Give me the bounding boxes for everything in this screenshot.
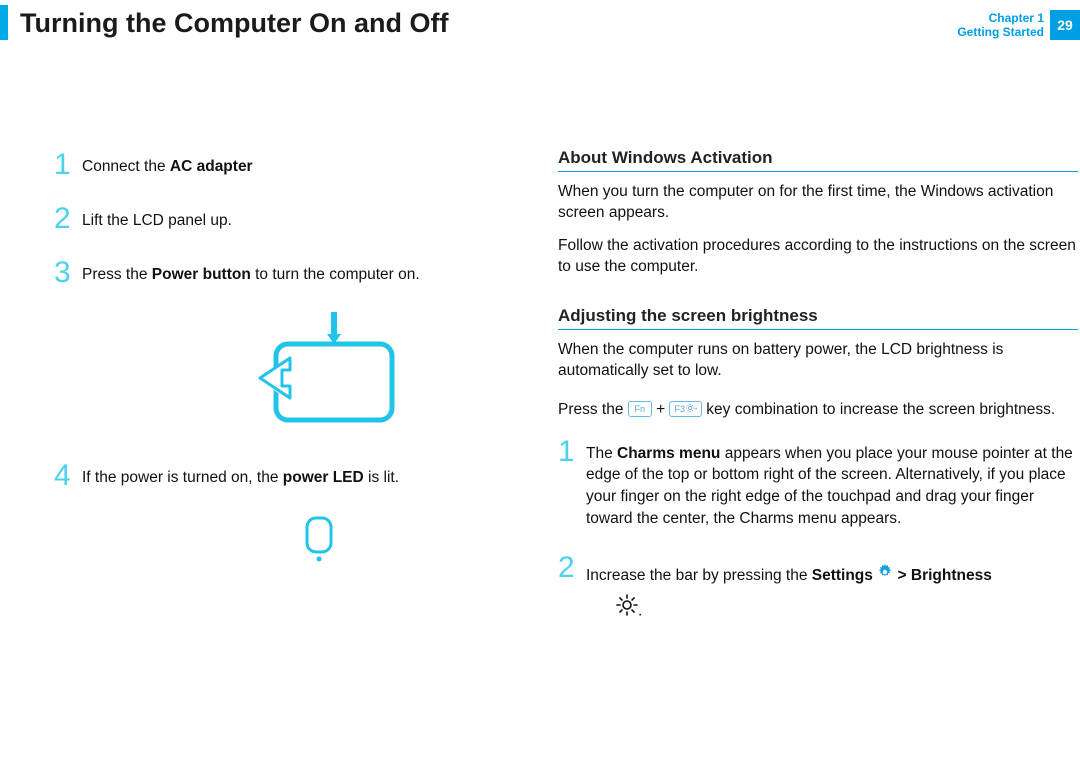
plus: + xyxy=(652,401,670,418)
step-text: Lift the LCD panel up. xyxy=(82,204,232,232)
page-number: 29 xyxy=(1050,10,1080,40)
brightness-icon xyxy=(616,594,638,629)
rstep1-bold: Charms menu xyxy=(617,445,720,462)
step4-pre: If the power is turned on, the xyxy=(82,469,283,486)
step3-pre: Press the xyxy=(82,266,152,283)
step4-post: is lit. xyxy=(364,469,399,486)
step1-pre: Connect the xyxy=(82,158,170,175)
right-step-2: 2 Increase the bar by pressing the Setti… xyxy=(558,553,1078,628)
step-2: 2 Lift the LCD panel up. xyxy=(54,204,514,234)
step-num: 2 xyxy=(54,204,82,234)
step-text: If the power is turned on, the power LED… xyxy=(82,461,399,489)
rstep2-bold2: Brightness xyxy=(911,567,992,584)
press-the: Press the xyxy=(558,401,628,418)
post-keys: key combination to increase the screen b… xyxy=(702,401,1055,418)
rstep2-pre: Increase the bar by pressing the xyxy=(586,567,812,584)
section-head-activation: About Windows Activation xyxy=(558,148,1078,172)
step-4: 4 If the power is turned on, the power L… xyxy=(54,461,514,491)
right-column: About Windows Activation When you turn t… xyxy=(558,148,1078,653)
page-title: Turning the Computer On and Off xyxy=(20,8,448,39)
step-num: 3 xyxy=(54,258,82,288)
step-text: Increase the bar by pressing the Setting… xyxy=(586,553,992,628)
monitor-illustration xyxy=(254,312,514,437)
step-3: 3 Press the Power button to turn the com… xyxy=(54,258,514,288)
chapter-line2: Getting Started xyxy=(957,25,1044,39)
left-column: 1 Connect the AC adapter 2 Lift the LCD … xyxy=(54,150,514,568)
chapter-label: Chapter 1 Getting Started xyxy=(957,11,1044,40)
header-right: Chapter 1 Getting Started 29 xyxy=(957,10,1080,40)
gear-icon xyxy=(877,559,893,593)
step-text: Press the Power button to turn the compu… xyxy=(82,258,420,286)
f3-label: F3 xyxy=(674,404,685,414)
activation-p1: When you turn the computer on for the ﬁr… xyxy=(558,182,1078,224)
rstep2-bold1: Settings xyxy=(812,567,877,584)
step-num: 1 xyxy=(54,150,82,180)
step-num: 4 xyxy=(54,461,82,491)
step-text: Connect the AC adapter xyxy=(82,150,253,178)
brightness-p1: When the computer runs on battery power,… xyxy=(558,340,1078,382)
rstep2-gt: > xyxy=(893,567,911,584)
step4-bold: power LED xyxy=(283,469,364,486)
activation-p2: Follow the activation procedures accordi… xyxy=(558,236,1078,278)
rstep2-dot: . xyxy=(638,602,642,619)
chapter-line1: Chapter 1 xyxy=(957,11,1044,25)
title-accent-bar xyxy=(0,5,8,40)
power-led-icon xyxy=(304,515,514,568)
key-combo-paragraph: Press the Fn + F3 + key combination to in… xyxy=(558,394,1078,425)
step-text: The Charms menu appears when you place y… xyxy=(586,437,1078,530)
right-step-1: 1 The Charms menu appears when you place… xyxy=(558,437,1078,530)
step-1: 1 Connect the AC adapter xyxy=(54,150,514,180)
f3-key-icon: F3 + xyxy=(669,401,702,417)
step3-post: to turn the computer on. xyxy=(251,266,420,283)
fn-key-icon: Fn xyxy=(628,401,652,417)
step-num: 2 xyxy=(558,553,586,583)
section-head-brightness: Adjusting the screen brightness xyxy=(558,306,1078,330)
svg-text:+: + xyxy=(694,407,697,413)
step-num: 1 xyxy=(558,437,586,467)
step3-bold: Power button xyxy=(152,266,251,283)
rstep1-pre: The xyxy=(586,445,617,462)
step1-bold: AC adapter xyxy=(170,158,253,175)
